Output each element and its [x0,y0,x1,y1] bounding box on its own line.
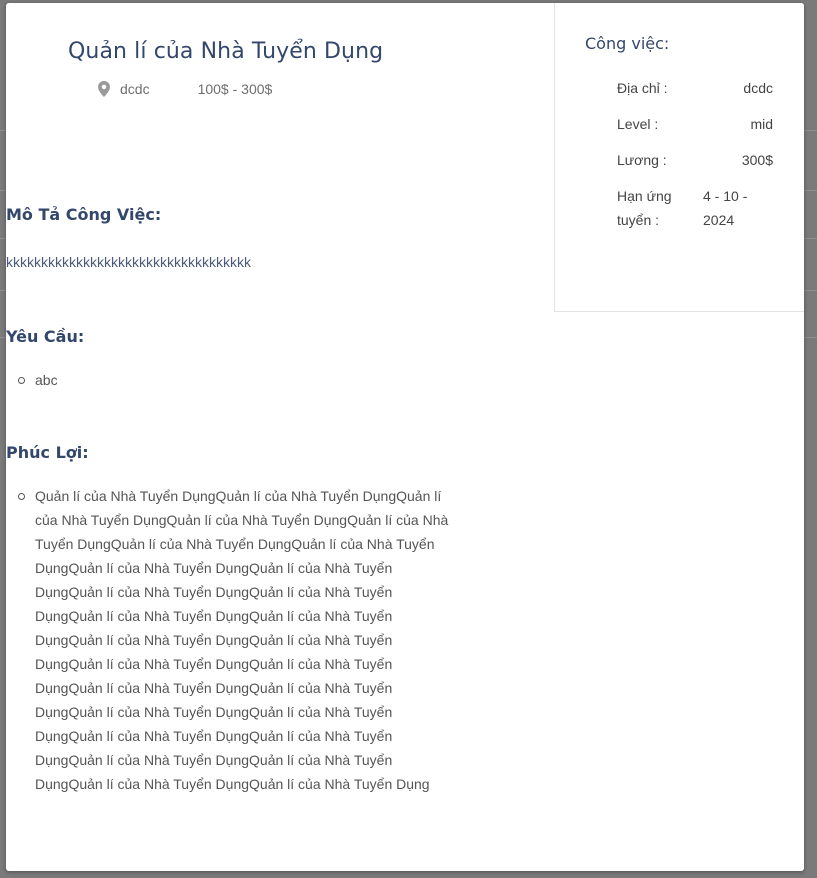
benefits-list: Quản lí của Nhà Tuyển DụngQuản lí của Nh… [18,484,450,796]
description-heading: Mô Tả Công Việc: [6,205,162,224]
job-title: Quản lí của Nhà Tuyển Dụng [68,39,384,64]
job-summary-card: Công việc: Địa chỉ : dcdc Level : mid Lư… [554,3,804,312]
map-pin-icon [98,81,110,97]
deadline-value: 4 - 10 - 2024 [703,188,748,228]
address-label: Địa chỉ : [617,80,668,96]
deadline-label: Hạn ứng tuyển : [617,188,672,228]
benefits-heading: Phúc Lợi: [6,443,89,462]
description-text: kkkkkkkkkkkkkkkkkkkkkkkkkkkkkkkkkkk [6,254,251,270]
job-salary-range: 100$ - 300$ [197,81,273,97]
list-item: abc [18,368,58,392]
level-value: mid [750,116,773,132]
requirements-heading: Yêu Cầu: [6,327,85,346]
level-label: Level : [617,116,659,132]
card-title: Công việc: [585,34,670,53]
job-detail-modal: Quản lí của Nhà Tuyển Dụng dcdc 100$ - 3… [6,3,804,871]
job-meta: dcdc 100$ - 300$ [98,81,272,97]
requirements-list: abc [18,368,58,392]
job-location: dcdc [120,81,150,97]
salary-value: 300$ [741,152,773,168]
salary-label: Lương : [617,152,667,168]
address-value: dcdc [743,80,773,96]
list-item: Quản lí của Nhà Tuyển DụngQuản lí của Nh… [18,484,450,796]
